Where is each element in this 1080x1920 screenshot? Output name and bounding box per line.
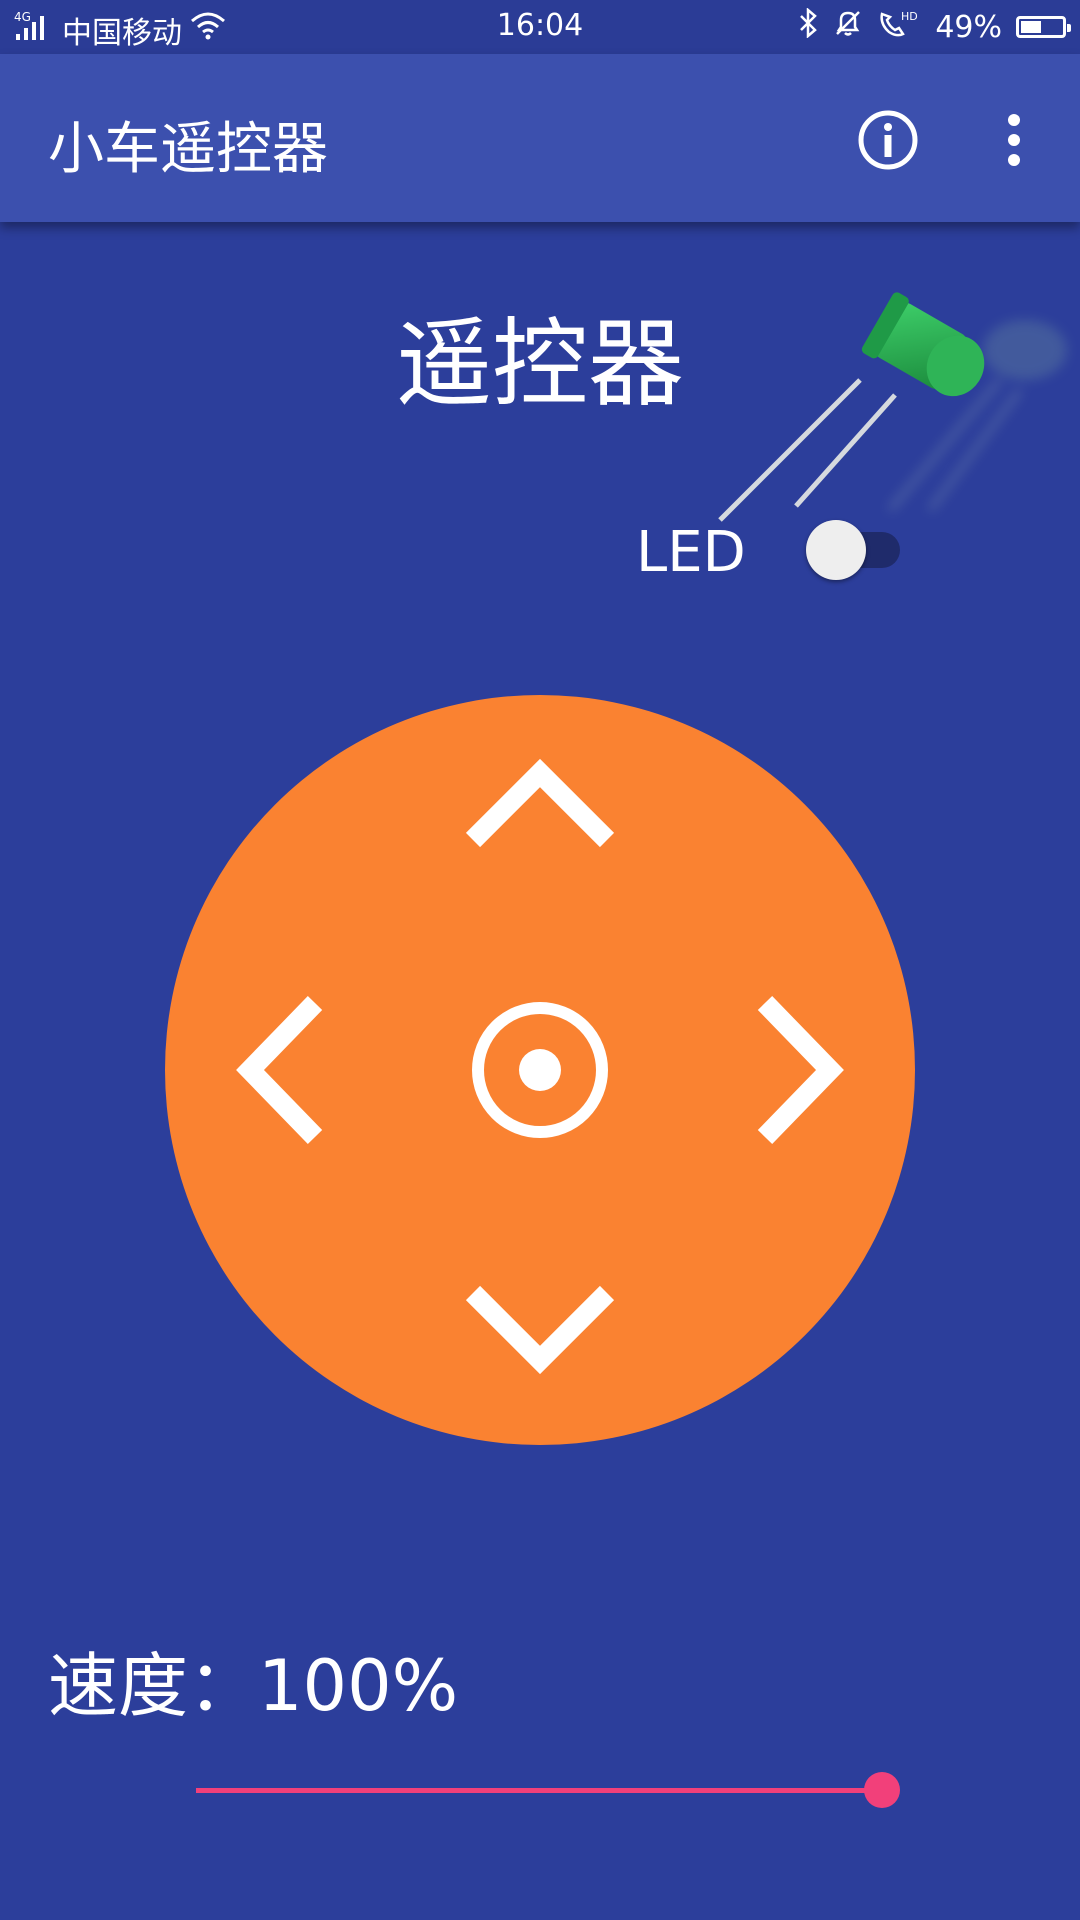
battery-percent: 49% <box>935 9 1002 45</box>
app-toolbar: 小车遥控器 <box>0 54 1080 222</box>
up-arrow-icon <box>465 758 615 848</box>
info-button[interactable] <box>856 108 920 172</box>
toolbar-title: 小车遥控器 <box>48 117 328 182</box>
speed-slider[interactable] <box>196 1762 906 1818</box>
svg-text:HD: HD <box>901 10 918 23</box>
status-bar: 4G 中国移动 16:04 HD 49% <box>0 0 1080 54</box>
left-button[interactable] <box>225 995 335 1145</box>
more-vertical-icon <box>1008 114 1020 166</box>
led-label: LED <box>636 520 746 585</box>
more-options-button[interactable] <box>994 108 1034 172</box>
left-arrow-icon <box>236 996 323 1144</box>
switch-thumb[interactable] <box>806 520 866 580</box>
direction-pad <box>165 695 915 1445</box>
forward-button[interactable] <box>465 755 615 855</box>
stop-center-icon <box>472 1002 608 1138</box>
down-arrow-icon <box>465 1285 615 1375</box>
bluetooth-icon <box>797 7 819 46</box>
slider-track[interactable] <box>196 1788 882 1793</box>
status-right: HD 49% <box>797 7 1071 46</box>
led-toggle-switch[interactable] <box>800 520 910 580</box>
battery-level-fill <box>1021 21 1041 33</box>
led-illustration <box>700 270 1080 550</box>
hd-call-icon: HD <box>877 8 921 46</box>
right-button[interactable] <box>745 995 855 1145</box>
alarm-icon <box>833 8 863 46</box>
led-bulb-icon <box>718 292 1067 522</box>
battery-icon <box>1016 16 1071 38</box>
stop-button[interactable] <box>465 995 615 1145</box>
slider-thumb[interactable] <box>864 1772 900 1808</box>
speed-label: 速度：100% <box>48 1645 459 1727</box>
backward-button[interactable] <box>465 1275 615 1385</box>
info-icon <box>858 110 918 170</box>
right-arrow-icon <box>757 996 844 1144</box>
